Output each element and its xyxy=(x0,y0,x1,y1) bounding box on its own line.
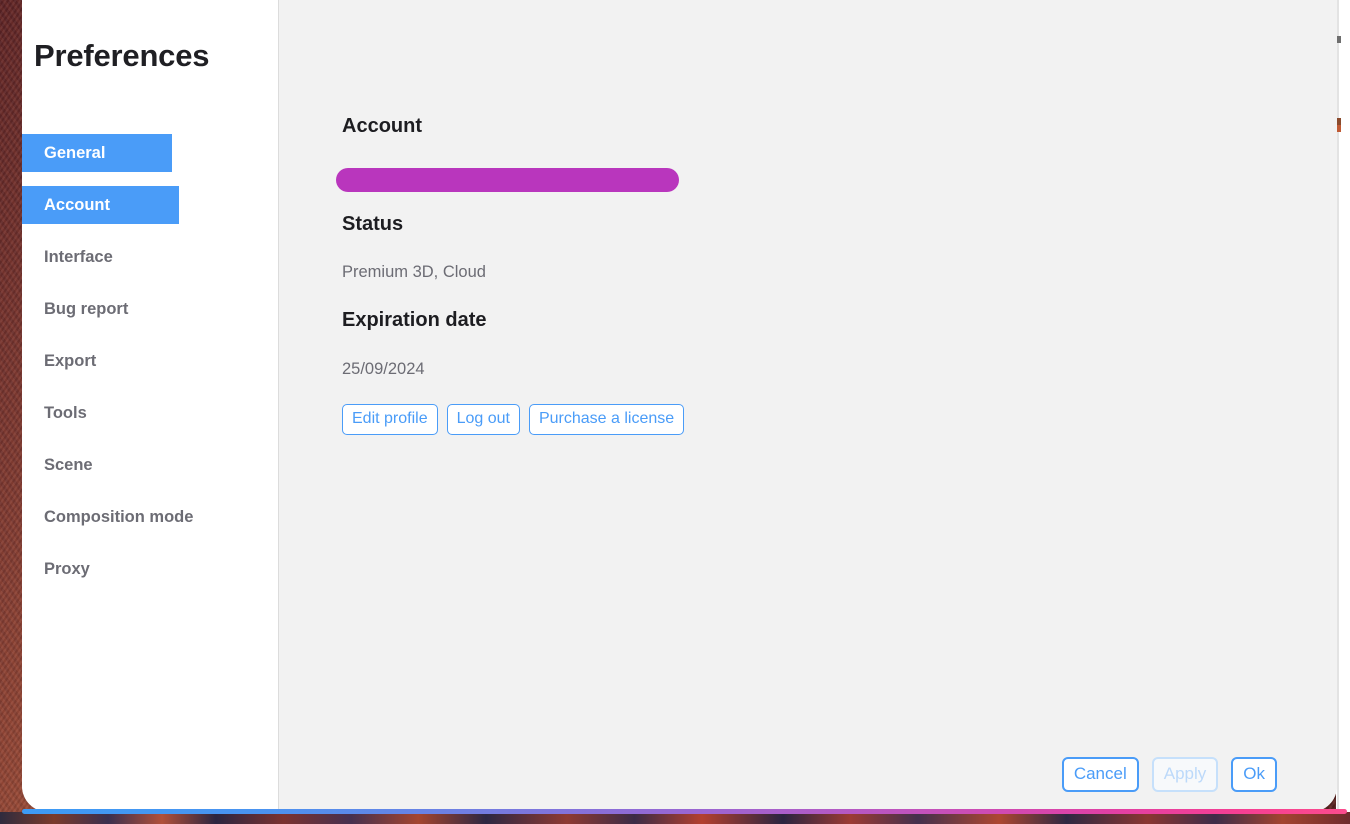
sidebar-item-general[interactable]: General xyxy=(22,134,172,172)
expiration-date-value: 25/09/2024 xyxy=(342,360,425,378)
sidebar-item-interface[interactable]: Interface xyxy=(22,238,278,276)
sidebar-item-bug-report[interactable]: Bug report xyxy=(22,290,278,328)
ok-button[interactable]: Ok xyxy=(1231,757,1277,792)
sidebar-item-account[interactable]: Account xyxy=(22,186,179,224)
account-section-heading: Account xyxy=(342,115,422,137)
sidebar-item-tools[interactable]: Tools xyxy=(22,394,278,432)
preferences-sidebar: Preferences General Account Interface Bu… xyxy=(22,0,278,812)
preferences-dialog: Preferences General Account Interface Bu… xyxy=(22,0,1337,812)
edit-profile-button[interactable]: Edit profile xyxy=(342,404,438,435)
sidebar-item-export[interactable]: Export xyxy=(22,342,278,380)
sidebar-nav-list: General Account Interface Bug report Exp… xyxy=(22,134,278,602)
status-value: Premium 3D, Cloud xyxy=(342,263,486,281)
purchase-license-button[interactable]: Purchase a license xyxy=(528,404,685,435)
log-out-button[interactable]: Log out xyxy=(446,404,520,435)
apply-button: Apply xyxy=(1151,757,1219,792)
account-email-redaction-bar xyxy=(336,168,679,192)
cancel-button[interactable]: Cancel xyxy=(1061,757,1139,792)
background-window-sliver xyxy=(1336,0,1350,812)
preferences-content-panel: Account Status Premium 3D, Cloud Expirat… xyxy=(279,0,1337,812)
sidebar-item-proxy[interactable]: Proxy xyxy=(22,550,278,588)
account-actions-row: Edit profile Log out Purchase a license xyxy=(342,404,685,435)
page-title: Preferences xyxy=(34,38,210,73)
sidebar-item-composition-mode[interactable]: Composition mode xyxy=(22,498,278,536)
dialog-bottom-accent-line xyxy=(22,809,1347,814)
expiration-date-heading: Expiration date xyxy=(342,309,487,331)
status-section-heading: Status xyxy=(342,213,404,235)
sidebar-item-scene[interactable]: Scene xyxy=(22,446,278,484)
dialog-footer-actions: Cancel Apply Ok xyxy=(1061,757,1277,792)
